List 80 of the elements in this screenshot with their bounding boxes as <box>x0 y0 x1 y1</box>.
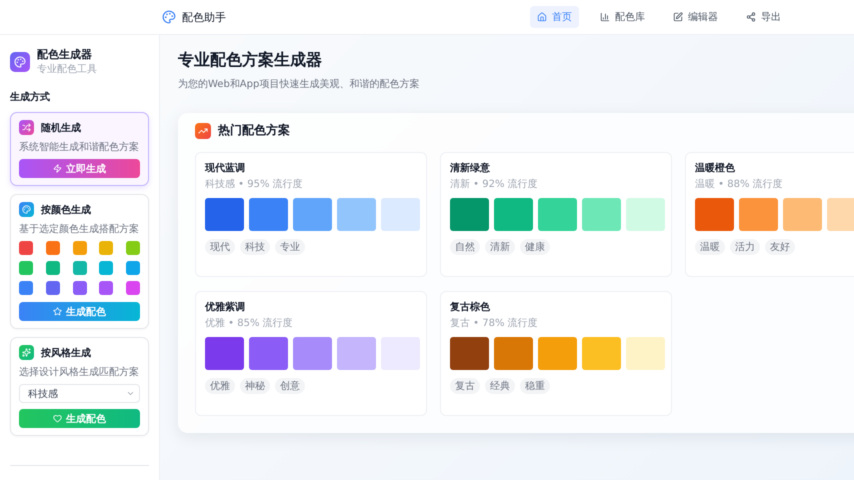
color-swatch[interactable] <box>46 281 60 295</box>
color-swatch[interactable] <box>19 241 33 255</box>
palette-name: 优雅紫调 <box>205 300 246 314</box>
chevron-down-icon <box>126 389 135 398</box>
palette-tag: 温暖 <box>695 239 725 255</box>
palette-tag: 自然 <box>450 239 480 255</box>
palette-tag: 科技 <box>240 239 270 255</box>
heart-icon <box>53 414 62 423</box>
color-swatch[interactable] <box>99 261 114 275</box>
brand-name: 配色助手 <box>182 10 226 24</box>
nav-item[interactable]: 编辑器 <box>666 6 725 28</box>
palette-tag: 友好 <box>765 239 795 255</box>
palette-icon <box>22 205 31 214</box>
color-swatch[interactable] <box>126 261 140 275</box>
nav-item[interactable]: 导出 <box>739 6 788 28</box>
palette-icon <box>162 10 176 24</box>
method-title: 按颜色生成 <box>41 204 91 216</box>
method-card[interactable]: 按风格生成 选择设计风格生成匹配方案 科技感 生成配色 <box>10 337 149 436</box>
sparkle-icon <box>22 348 31 357</box>
palette-card[interactable]: 优雅紫调 优雅 • 85% 流行度 优雅 神秘 创意 <box>195 291 427 416</box>
nav-item[interactable]: 配色库 <box>593 6 652 28</box>
palette-meta: 清新 • 92% 流行度 <box>450 178 539 191</box>
palette-name: 清新绿意 <box>450 161 491 175</box>
palette-tag: 神秘 <box>240 378 270 394</box>
edit-icon <box>673 12 683 22</box>
color-swatch[interactable] <box>126 281 140 295</box>
palette-name: 复古棕色 <box>450 300 491 314</box>
palette-meta: 优雅 • 85% 流行度 <box>205 316 294 330</box>
color-swatch[interactable] <box>46 261 60 275</box>
panel-title: 热门配色方案 <box>218 122 290 139</box>
color-swatch[interactable] <box>99 281 114 295</box>
color-swatch[interactable] <box>99 241 114 255</box>
palette-tag: 优雅 <box>205 378 235 394</box>
method-description: 基于选定颜色生成搭配方案 <box>19 222 140 236</box>
sidebar-subtitle: 专业配色工具 <box>37 62 97 76</box>
palette-tag: 经典 <box>485 378 515 394</box>
home-icon <box>537 12 547 22</box>
trending-icon <box>195 122 211 138</box>
method-description: 选择设计风格生成匹配方案 <box>19 366 140 379</box>
palette-tag: 稳重 <box>520 378 550 394</box>
app-logo <box>10 52 30 72</box>
color-swatch[interactable] <box>72 261 86 275</box>
color-swatch[interactable] <box>72 281 86 295</box>
palette-tag: 创意 <box>275 378 305 394</box>
color-swatch[interactable] <box>19 261 33 275</box>
method-card[interactable]: 随机生成 系统智能生成和谐配色方案 立即生成 <box>10 112 149 186</box>
palette-tag: 活力 <box>730 239 760 255</box>
method-card[interactable]: 按颜色生成 基于选定颜色生成搭配方案 生成配色 <box>10 194 149 329</box>
shuffle-icon <box>22 123 31 132</box>
color-swatch[interactable] <box>19 281 33 295</box>
page-title: 专业配色方案生成器 <box>178 50 323 71</box>
generate-button[interactable]: 立即生成 <box>19 159 140 178</box>
share-icon <box>746 12 756 22</box>
palette-meta: 科技感 • 95% 流行度 <box>205 178 304 191</box>
section-title: 生成方式 <box>10 90 51 104</box>
palette-name: 温暖橙色 <box>695 162 736 175</box>
palette-card[interactable]: 温暖橙色 温暖 • 88% 流行度 温暖 活力 友好 <box>685 152 854 277</box>
palette-tag: 复古 <box>450 378 480 394</box>
palette-card[interactable]: 现代蓝调 科技感 • 95% 流行度 现代 科技 专业 <box>195 152 427 277</box>
palette-meta: 复古 • 78% 流行度 <box>450 316 539 330</box>
color-swatch[interactable] <box>46 241 60 255</box>
star-icon <box>53 307 62 316</box>
palette-card[interactable]: 清新绿意 清新 • 92% 流行度 自然 清新 健康 <box>440 152 672 277</box>
palette-tag: 专业 <box>275 239 305 255</box>
palette-meta: 温暖 • 88% 流行度 <box>695 178 784 191</box>
palette-name: 现代蓝调 <box>205 162 246 175</box>
page-subtitle: 为您的Web和App项目快速生成美观、和谐的配色方案 <box>178 78 420 91</box>
palette-tag: 现代 <box>205 239 235 255</box>
color-swatch[interactable] <box>126 241 140 255</box>
color-swatch[interactable] <box>72 241 86 255</box>
sidebar-title: 配色生成器 <box>37 47 93 62</box>
method-title: 随机生成 <box>41 122 81 134</box>
palette-tag: 健康 <box>520 239 550 255</box>
method-title: 按风格生成 <box>41 346 91 360</box>
style-select[interactable]: 科技感 <box>19 384 140 403</box>
method-description: 系统智能生成和谐配色方案 <box>19 140 140 154</box>
lightning-icon <box>53 164 62 173</box>
palette-tag: 清新 <box>485 239 515 255</box>
palette-card[interactable]: 复古棕色 复古 • 78% 流行度 复古 经典 稳重 <box>440 291 672 416</box>
bar-chart-icon <box>600 12 610 22</box>
